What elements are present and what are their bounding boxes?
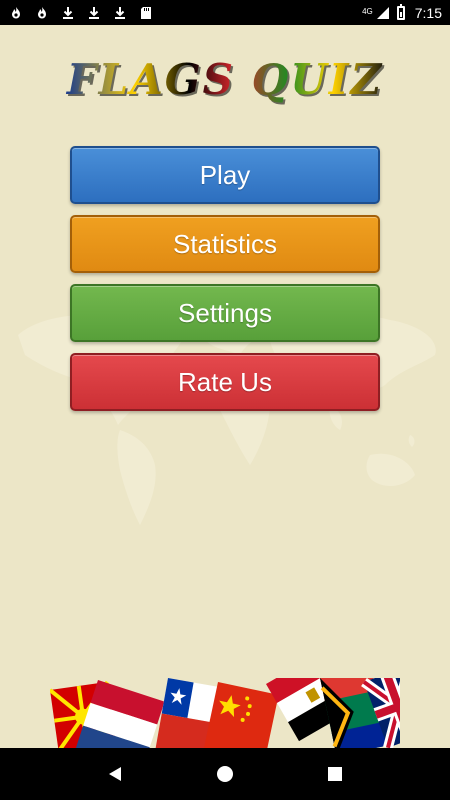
signal-icon <box>375 5 391 21</box>
app-logo-title: FLAGS QUIZ <box>0 55 450 104</box>
download-icon <box>60 5 76 21</box>
main-menu-screen: FLAGS QUIZ Play Statistics Settings Rate… <box>0 25 450 748</box>
main-menu: Play Statistics Settings Rate Us <box>70 146 380 422</box>
flags-banner-decoration <box>50 678 400 748</box>
download-icon <box>112 5 128 21</box>
system-icons: 4G 7:15 <box>362 3 442 21</box>
settings-button[interactable]: Settings <box>70 284 380 342</box>
battery-icon <box>396 3 405 20</box>
navigation-bar <box>0 748 450 800</box>
flame-icon <box>34 5 50 21</box>
home-icon[interactable] <box>205 754 245 794</box>
download-icon <box>86 5 102 21</box>
sd-card-icon <box>138 5 154 21</box>
flame-icon <box>8 5 24 21</box>
recents-icon[interactable] <box>315 754 355 794</box>
rate-us-button[interactable]: Rate Us <box>70 353 380 411</box>
statistics-button[interactable]: Statistics <box>70 215 380 273</box>
back-icon[interactable] <box>95 754 135 794</box>
notification-icons <box>8 5 154 21</box>
status-time: 7:15 <box>414 4 442 21</box>
play-button[interactable]: Play <box>70 146 380 204</box>
network-type-label: 4G <box>362 6 373 16</box>
status-bar: 4G 7:15 <box>0 0 450 25</box>
